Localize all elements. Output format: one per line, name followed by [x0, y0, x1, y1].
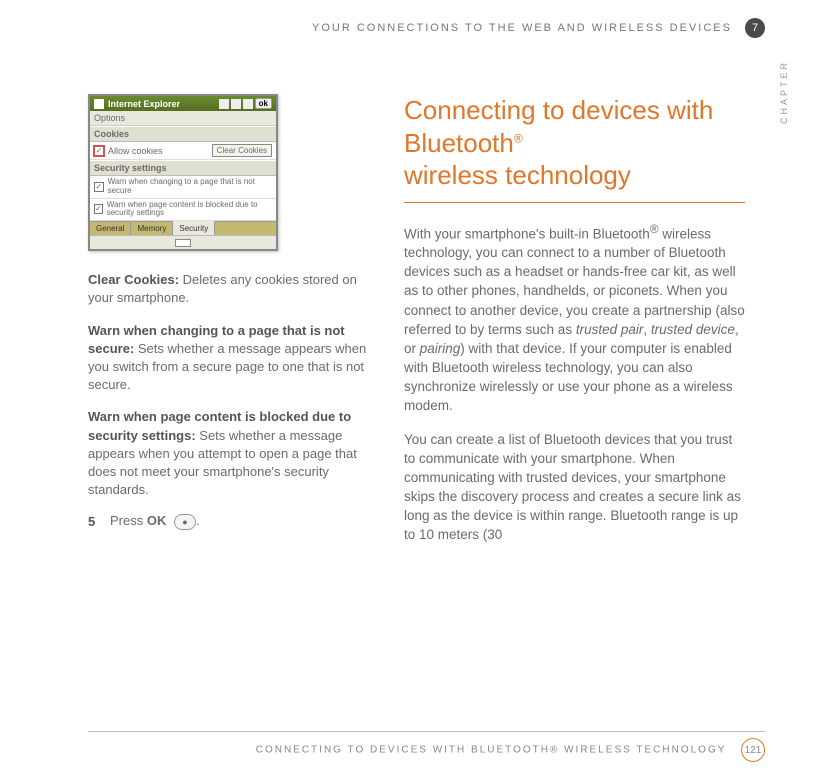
heading-line1: Connecting to devices with Bluetooth	[404, 95, 713, 158]
step-5: 5 Press OK ●.	[88, 513, 380, 530]
device-screenshot: Internet Explorer ok Options Cookies ✓ A…	[88, 94, 278, 251]
options-label: Options	[90, 111, 276, 126]
windows-flag-icon	[94, 99, 104, 109]
p1em3: pairing	[420, 341, 461, 356]
step-pre: Press	[110, 513, 147, 528]
bluetooth-intro-para: With your smartphone's built-in Bluetoot…	[404, 221, 745, 416]
tab-security[interactable]: Security	[173, 221, 215, 235]
warn-insecure-row: ✓ Warn when changing to a page that is n…	[90, 176, 276, 199]
p1em2: trusted device	[651, 322, 735, 337]
p1b: wireless technology, you can connect to …	[404, 226, 745, 337]
p1a: With your smartphone's built-in Bluetoot…	[404, 226, 650, 241]
allow-cookies-row: ✓ Allow cookies Clear Cookies	[90, 142, 276, 160]
allow-cookies-checkbox[interactable]: ✓	[94, 146, 104, 156]
para-clear-cookies-bold: Clear Cookies:	[88, 272, 179, 287]
screenshot-footer	[90, 235, 276, 249]
screenshot-title: Internet Explorer	[108, 99, 219, 109]
p1mid: ,	[643, 322, 651, 337]
running-head-text: YOUR CONNECTIONS TO THE WEB AND WIRELESS…	[312, 22, 732, 34]
security-heading: Security settings	[90, 160, 276, 176]
para-clear-cookies: Clear Cookies: Deletes any cookies store…	[88, 271, 380, 307]
keyboard-icon	[175, 239, 191, 247]
bluetooth-trusted-para: You can create a list of Bluetooth devic…	[404, 430, 745, 545]
speaker-icon	[243, 99, 253, 109]
registered-mark-icon: ®	[514, 131, 523, 145]
registered-mark-icon-2: ®	[650, 222, 659, 236]
page-number: 121	[741, 738, 765, 762]
running-foot-text: CONNECTING TO DEVICES WITH BLUETOOTH® WI…	[256, 745, 727, 756]
left-column: Internet Explorer ok Options Cookies ✓ A…	[88, 94, 380, 559]
screenshot-tabs: General Memory Security	[90, 221, 276, 235]
ok-key-icon: ●	[174, 514, 196, 530]
screenshot-titlebar: Internet Explorer ok	[90, 96, 276, 111]
warn-blocked-row: ✓ Warn when page content is blocked due …	[90, 199, 276, 222]
para-warn-insecure: Warn when changing to a page that is not…	[88, 322, 380, 395]
right-column: Connecting to devices with Bluetooth® wi…	[404, 94, 765, 559]
cookies-heading: Cookies	[90, 126, 276, 142]
tab-general[interactable]: General	[90, 222, 131, 235]
screenshot-status-icons: ok	[219, 98, 272, 109]
running-foot: CONNECTING TO DEVICES WITH BLUETOOTH® WI…	[88, 731, 765, 762]
para-warn-blocked: Warn when page content is blocked due to…	[88, 408, 380, 499]
chapter-number-badge: 7	[745, 18, 765, 38]
chapter-side-label: CHAPTER	[779, 60, 789, 124]
step-bold: OK	[147, 513, 167, 528]
warn-blocked-label: Warn when page content is blocked due to…	[107, 201, 272, 219]
antenna-icon	[231, 99, 241, 109]
step-post	[166, 513, 170, 528]
section-heading: Connecting to devices with Bluetooth® wi…	[404, 94, 745, 203]
heading-line2: wireless technology	[404, 160, 631, 190]
warn-insecure-checkbox[interactable]: ✓	[94, 182, 104, 192]
ok-softkey[interactable]: ok	[255, 98, 272, 109]
clear-cookies-button[interactable]: Clear Cookies	[212, 144, 272, 157]
warn-insecure-label: Warn when changing to a page that is not…	[108, 178, 272, 196]
tab-memory[interactable]: Memory	[131, 222, 173, 235]
step-text: Press OK ●.	[110, 513, 200, 530]
signal-icon	[219, 99, 229, 109]
warn-blocked-checkbox[interactable]: ✓	[94, 204, 103, 214]
p1em1: trusted pair	[576, 322, 644, 337]
step-number: 5	[88, 514, 102, 529]
running-head: YOUR CONNECTIONS TO THE WEB AND WIRELESS…	[88, 18, 765, 38]
allow-cookies-label: Allow cookies	[108, 146, 163, 156]
